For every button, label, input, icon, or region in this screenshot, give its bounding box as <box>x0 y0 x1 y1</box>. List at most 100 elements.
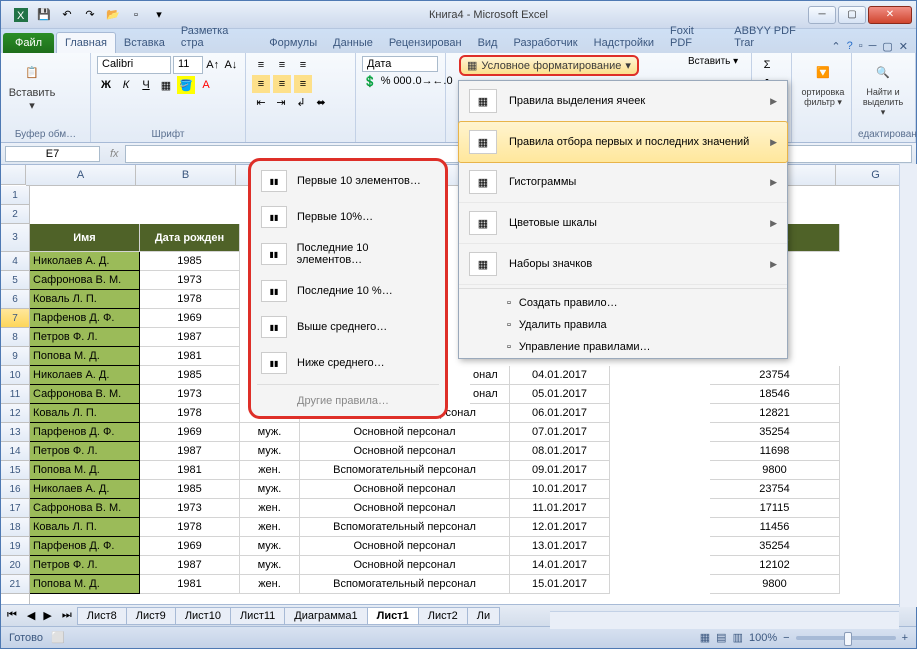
row-header[interactable]: 4 <box>1 252 29 271</box>
column-header-cell[interactable]: Дата рожден <box>140 224 240 252</box>
cell[interactable]: 1969 <box>140 423 240 442</box>
row-header[interactable]: 19 <box>1 537 29 556</box>
submenu-item[interactable]: ▮▮Первые 10 элементов… <box>253 163 443 199</box>
row-header[interactable]: 18 <box>1 518 29 537</box>
cell[interactable]: Вспомогательный персонал <box>300 461 510 480</box>
view-break-icon[interactable]: ▥ <box>733 631 743 644</box>
dev-tab[interactable]: Разработчик <box>505 33 585 53</box>
cell[interactable]: 1985 <box>140 252 240 271</box>
abbyy-tab[interactable]: ABBYY PDF Trar <box>726 21 825 53</box>
cell[interactable]: 12102 <box>710 556 840 575</box>
align-top-icon[interactable]: ≡ <box>252 56 270 74</box>
cell[interactable]: Коваль Л. П. <box>30 290 140 309</box>
cell[interactable]: Попова М. Д. <box>30 461 140 480</box>
cell[interactable]: 1987 <box>140 328 240 347</box>
view-tab[interactable]: Вид <box>470 33 506 53</box>
cell[interactable]: Сафронова В. М. <box>30 385 140 404</box>
font-name-select[interactable]: Calibri <box>97 56 171 74</box>
row-header[interactable]: 2 <box>1 205 29 224</box>
cell[interactable]: Коваль Л. П. <box>30 404 140 423</box>
zoom-out-icon[interactable]: − <box>783 632 789 644</box>
bold-button[interactable]: Ж <box>97 76 115 94</box>
cell[interactable]: 11698 <box>710 442 840 461</box>
cf-menu-item[interactable]: ▦Наборы значков▶ <box>459 244 787 285</box>
row-header[interactable]: 17 <box>1 499 29 518</box>
cell[interactable]: жен. <box>240 499 300 518</box>
layout-tab[interactable]: Разметка стра <box>173 21 261 53</box>
sort-filter-button[interactable]: 🔽 ортировка фильтр ▾ <box>798 56 848 110</box>
excel-icon[interactable]: X <box>11 5 31 25</box>
cell[interactable]: муж. <box>240 423 300 442</box>
align-left-icon[interactable]: ≡ <box>252 75 270 93</box>
indent-inc-icon[interactable]: ⇥ <box>272 93 290 111</box>
sheet-tab[interactable]: Лист10 <box>175 607 231 625</box>
horizontal-scrollbar[interactable] <box>550 611 899 629</box>
cell[interactable]: 1985 <box>140 480 240 499</box>
border-button[interactable]: ▦ <box>157 76 175 94</box>
cell[interactable]: 1981 <box>140 347 240 366</box>
cell[interactable]: 1981 <box>140 575 240 594</box>
row-header[interactable]: 11 <box>1 385 29 404</box>
cell[interactable]: Парфенов Д. Ф. <box>30 537 140 556</box>
cell[interactable]: Николаев А. Д. <box>30 480 140 499</box>
cell[interactable]: Основной персонал <box>300 480 510 499</box>
cf-menu-item[interactable]: ▦Гистограммы▶ <box>459 162 787 203</box>
zoom-in-icon[interactable]: + <box>902 632 908 644</box>
cell[interactable]: Парфенов Д. Ф. <box>30 423 140 442</box>
cell[interactable]: муж. <box>240 556 300 575</box>
vertical-scrollbar[interactable] <box>899 164 917 607</box>
percent-icon[interactable]: % <box>380 72 392 90</box>
dec-decimal-icon[interactable]: ←.0 <box>433 72 451 90</box>
cell[interactable]: 11.01.2017 <box>510 499 610 518</box>
select-all-corner[interactable] <box>1 165 26 185</box>
cell[interactable]: 11456 <box>710 518 840 537</box>
cell[interactable]: Сафронова В. М. <box>30 499 140 518</box>
cell[interactable]: 09.01.2017 <box>510 461 610 480</box>
mdi-close-icon[interactable]: ✕ <box>899 40 908 53</box>
cell[interactable]: Вспомогательный персонал <box>300 575 510 594</box>
indent-dec-icon[interactable]: ⇤ <box>252 93 270 111</box>
cell[interactable]: 14.01.2017 <box>510 556 610 575</box>
sheet-tab[interactable]: Лист1 <box>367 607 419 625</box>
insert-tab[interactable]: Вставка <box>116 33 173 53</box>
cell[interactable]: Парфенов Д. Ф. <box>30 309 140 328</box>
data-tab[interactable]: Данные <box>325 33 381 53</box>
cell[interactable]: муж. <box>240 442 300 461</box>
align-right-icon[interactable]: ≡ <box>294 75 312 93</box>
align-mid-icon[interactable]: ≡ <box>273 56 291 74</box>
cell[interactable]: 1973 <box>140 385 240 404</box>
mdi-min-icon[interactable]: ─ <box>869 40 877 53</box>
cell[interactable]: 13.01.2017 <box>510 537 610 556</box>
conditional-formatting-button[interactable]: ▦ Условное форматирование ▾ <box>459 55 639 76</box>
cell[interactable]: Основной персонал <box>300 537 510 556</box>
row-header[interactable]: 9 <box>1 347 29 366</box>
align-center-icon[interactable]: ≡ <box>273 75 291 93</box>
row-header[interactable]: 13 <box>1 423 29 442</box>
cell[interactable]: 23754 <box>710 480 840 499</box>
cell[interactable]: 1987 <box>140 556 240 575</box>
zoom-slider[interactable] <box>796 636 896 640</box>
cell[interactable]: 04.01.2017 <box>510 366 610 385</box>
row-header[interactable]: 1 <box>1 186 29 205</box>
cell[interactable]: 06.01.2017 <box>510 404 610 423</box>
cell[interactable]: 23754 <box>710 366 840 385</box>
cell[interactable]: Основной персонал <box>300 423 510 442</box>
submenu-item[interactable]: ▮▮Выше среднего… <box>253 309 443 345</box>
mdi-max-icon[interactable]: ▢ <box>882 40 892 53</box>
row-header[interactable]: 20 <box>1 556 29 575</box>
cell[interactable]: 1978 <box>140 518 240 537</box>
submenu-item[interactable]: ▮▮Последние 10 %… <box>253 273 443 309</box>
row-header[interactable]: 21 <box>1 575 29 594</box>
restore-window-icon[interactable]: ▫ <box>859 40 863 53</box>
cell[interactable]: Основной персонал <box>300 556 510 575</box>
cell[interactable]: 35254 <box>710 423 840 442</box>
addins-tab[interactable]: Надстройки <box>586 33 662 53</box>
cell[interactable]: 10.01.2017 <box>510 480 610 499</box>
cell[interactable]: Николаев А. Д. <box>30 366 140 385</box>
formulas-tab[interactable]: Формулы <box>261 33 325 53</box>
inc-decimal-icon[interactable]: .0→ <box>413 72 431 90</box>
col-header-B[interactable]: B <box>136 165 236 185</box>
redo-icon[interactable]: ↷ <box>80 5 100 25</box>
row-header[interactable]: 12 <box>1 404 29 423</box>
cell[interactable]: 05.01.2017 <box>510 385 610 404</box>
